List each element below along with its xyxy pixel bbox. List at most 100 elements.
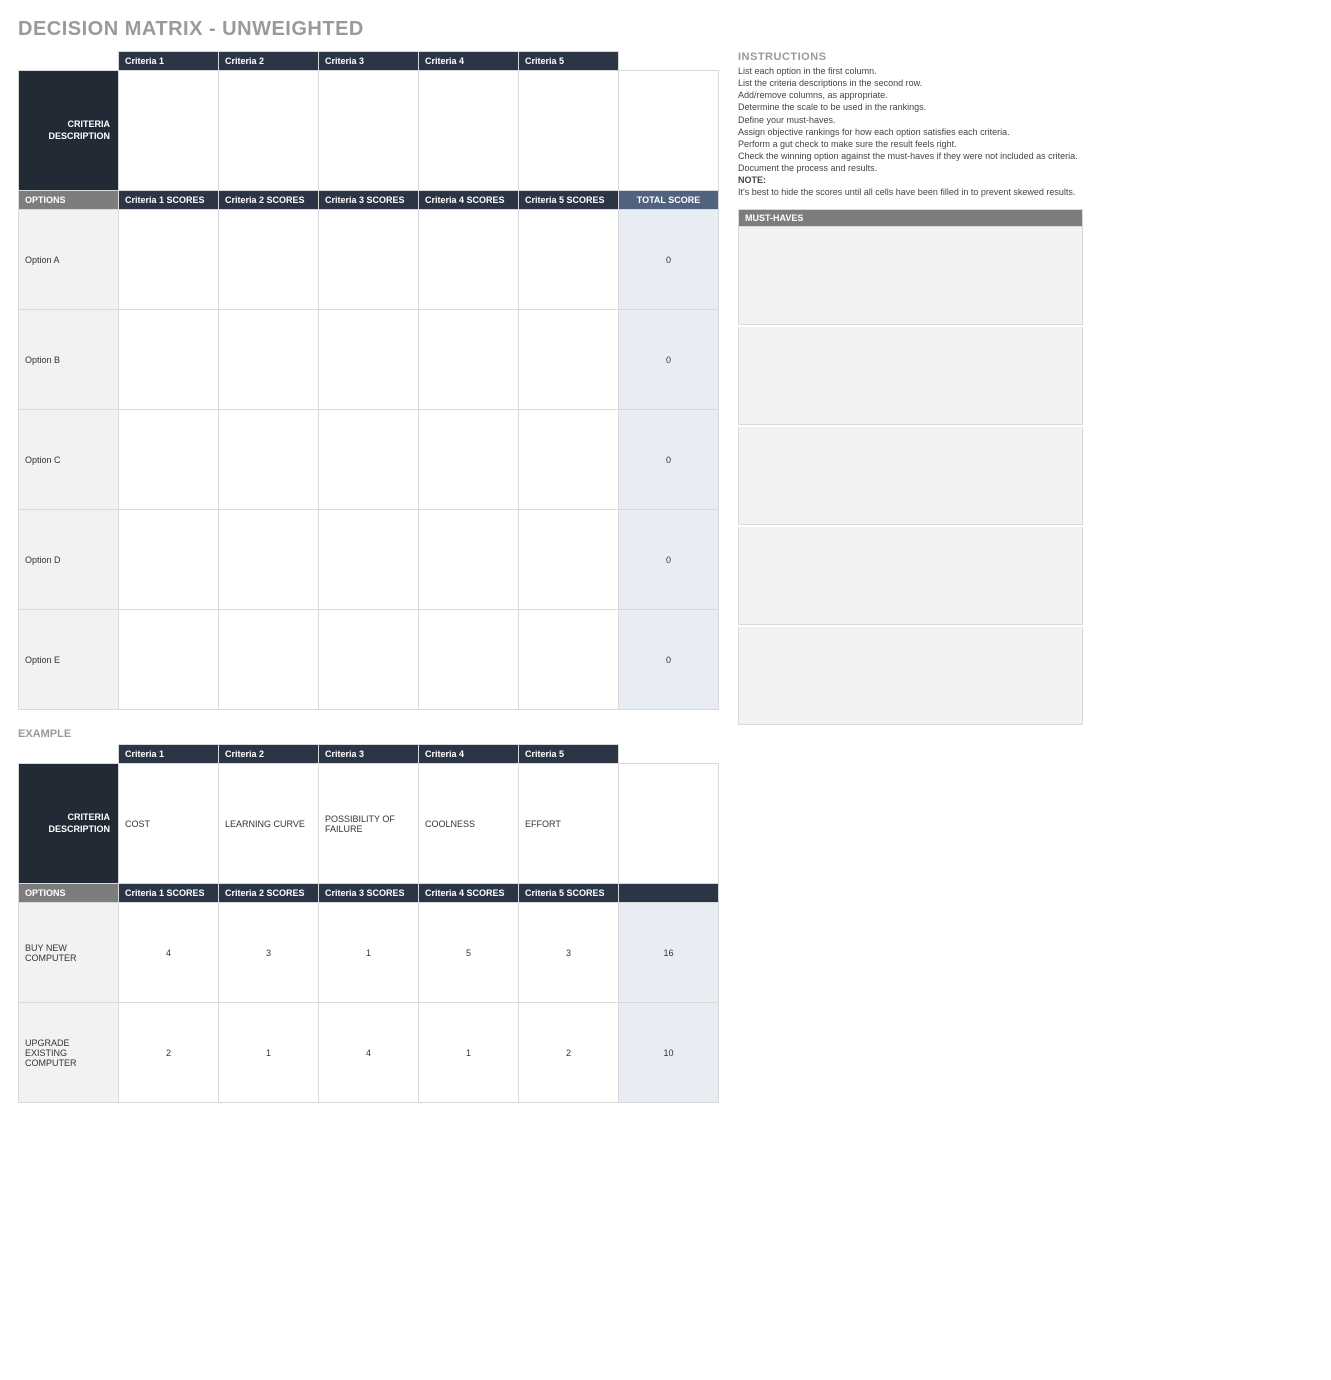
score-cell: 2 <box>519 1003 619 1103</box>
total-cell: 10 <box>619 1003 719 1103</box>
score-cell[interactable] <box>519 210 619 310</box>
blank-cell <box>619 764 719 884</box>
score-cell[interactable] <box>419 410 519 510</box>
options-header: OPTIONS <box>19 191 119 210</box>
criteria-header-5: Criteria 5 <box>519 745 619 764</box>
note-label: NOTE: <box>738 174 1083 186</box>
option-row: Option A 0 <box>19 210 719 310</box>
criteria-description-cell: COOLNESS <box>419 764 519 884</box>
must-haves-header: MUST-HAVES <box>738 209 1083 227</box>
score-cell[interactable] <box>319 510 419 610</box>
score-cell[interactable] <box>119 210 219 310</box>
score-cell: 4 <box>119 903 219 1003</box>
option-name-cell[interactable]: Option B <box>19 310 119 410</box>
score-cell[interactable] <box>219 210 319 310</box>
instruction-line: Determine the scale to be used in the ra… <box>738 101 1083 113</box>
score-cell[interactable] <box>219 310 319 410</box>
score-cell[interactable] <box>319 610 419 710</box>
criteria-description-cell[interactable] <box>519 71 619 191</box>
score-cell[interactable] <box>119 610 219 710</box>
scores-header-5: Criteria 5 SCORES <box>519 884 619 903</box>
criteria-header-4: Criteria 4 <box>419 745 519 764</box>
scores-header-4: Criteria 4 SCORES <box>419 191 519 210</box>
score-cell: 2 <box>119 1003 219 1103</box>
option-name-cell[interactable]: Option E <box>19 610 119 710</box>
criteria-description-label: CRITERIA DESCRIPTION <box>19 71 119 191</box>
score-cell[interactable] <box>119 310 219 410</box>
scores-header-2: Criteria 2 SCORES <box>219 191 319 210</box>
scores-header-1: Criteria 1 SCORES <box>119 884 219 903</box>
scores-header-1: Criteria 1 SCORES <box>119 191 219 210</box>
score-cell[interactable] <box>419 310 519 410</box>
score-cell[interactable] <box>319 310 419 410</box>
criteria-header-1: Criteria 1 <box>119 52 219 71</box>
instructions-list: List each option in the first column. Li… <box>738 65 1083 199</box>
note-text: It's best to hide the scores until all c… <box>738 186 1083 198</box>
score-cell[interactable] <box>219 510 319 610</box>
example-matrix-table: Criteria 1 Criteria 2 Criteria 3 Criteri… <box>18 744 719 1103</box>
criteria-header-1: Criteria 1 <box>119 745 219 764</box>
must-have-cell[interactable] <box>738 627 1083 725</box>
score-cell[interactable] <box>319 410 419 510</box>
score-cell[interactable] <box>419 610 519 710</box>
options-header: OPTIONS <box>19 884 119 903</box>
criteria-header-2: Criteria 2 <box>219 745 319 764</box>
must-have-cell[interactable] <box>738 527 1083 625</box>
option-name-cell[interactable]: Option C <box>19 410 119 510</box>
total-cell: 0 <box>619 610 719 710</box>
criteria-description-cell[interactable] <box>219 71 319 191</box>
instruction-line: Assign objective rankings for how each o… <box>738 126 1083 138</box>
scores-header-5: Criteria 5 SCORES <box>519 191 619 210</box>
score-cell[interactable] <box>119 410 219 510</box>
decision-matrix-table: Criteria 1 Criteria 2 Criteria 3 Criteri… <box>18 51 719 710</box>
score-cell: 1 <box>319 903 419 1003</box>
score-cell[interactable] <box>319 210 419 310</box>
total-cell: 16 <box>619 903 719 1003</box>
option-row: BUY NEW COMPUTER 4 3 1 5 3 16 <box>19 903 719 1003</box>
criteria-description-cell: COST <box>119 764 219 884</box>
page-title: DECISION MATRIX - UNWEIGHTED <box>18 18 1313 41</box>
option-name-cell[interactable]: Option A <box>19 210 119 310</box>
instruction-line: List each option in the first column. <box>738 65 1083 77</box>
score-cell: 1 <box>419 1003 519 1103</box>
instruction-line: List the criteria descriptions in the se… <box>738 77 1083 89</box>
score-cell[interactable] <box>419 210 519 310</box>
blank-corner <box>619 745 719 764</box>
must-have-cell[interactable] <box>738 427 1083 525</box>
option-row: UPGRADE EXISTING COMPUTER 2 1 4 1 2 10 <box>19 1003 719 1103</box>
scores-header-4: Criteria 4 SCORES <box>419 884 519 903</box>
score-cell: 5 <box>419 903 519 1003</box>
option-name-cell[interactable]: Option D <box>19 510 119 610</box>
score-cell[interactable] <box>419 510 519 610</box>
instructions-title: INSTRUCTIONS <box>738 51 1083 63</box>
criteria-header-3: Criteria 3 <box>319 52 419 71</box>
scores-header-2: Criteria 2 SCORES <box>219 884 319 903</box>
instruction-line: Document the process and results. <box>738 162 1083 174</box>
must-have-cell[interactable] <box>738 327 1083 425</box>
score-cell[interactable] <box>519 310 619 410</box>
criteria-description-label: CRITERIA DESCRIPTION <box>19 764 119 884</box>
scores-header-3: Criteria 3 SCORES <box>319 191 419 210</box>
criteria-description-cell: POSSIBILITY OF FAILURE <box>319 764 419 884</box>
criteria-header-3: Criteria 3 <box>319 745 419 764</box>
criteria-description-cell[interactable] <box>119 71 219 191</box>
score-cell[interactable] <box>119 510 219 610</box>
must-have-cell[interactable] <box>738 227 1083 325</box>
option-row: Option D 0 <box>19 510 719 610</box>
criteria-description-cell[interactable] <box>419 71 519 191</box>
total-cell: 0 <box>619 210 719 310</box>
criteria-header-4: Criteria 4 <box>419 52 519 71</box>
option-row: Option C 0 <box>19 410 719 510</box>
total-cell: 0 <box>619 310 719 410</box>
score-cell[interactable] <box>519 510 619 610</box>
option-name-cell: UPGRADE EXISTING COMPUTER <box>19 1003 119 1103</box>
score-cell[interactable] <box>219 410 319 510</box>
score-cell[interactable] <box>519 610 619 710</box>
score-cell[interactable] <box>519 410 619 510</box>
instruction-line: Add/remove columns, as appropriate. <box>738 89 1083 101</box>
criteria-description-cell[interactable] <box>319 71 419 191</box>
score-cell[interactable] <box>219 610 319 710</box>
criteria-header-2: Criteria 2 <box>219 52 319 71</box>
scores-header-3: Criteria 3 SCORES <box>319 884 419 903</box>
total-score-header: TOTAL SCORE <box>619 191 719 210</box>
